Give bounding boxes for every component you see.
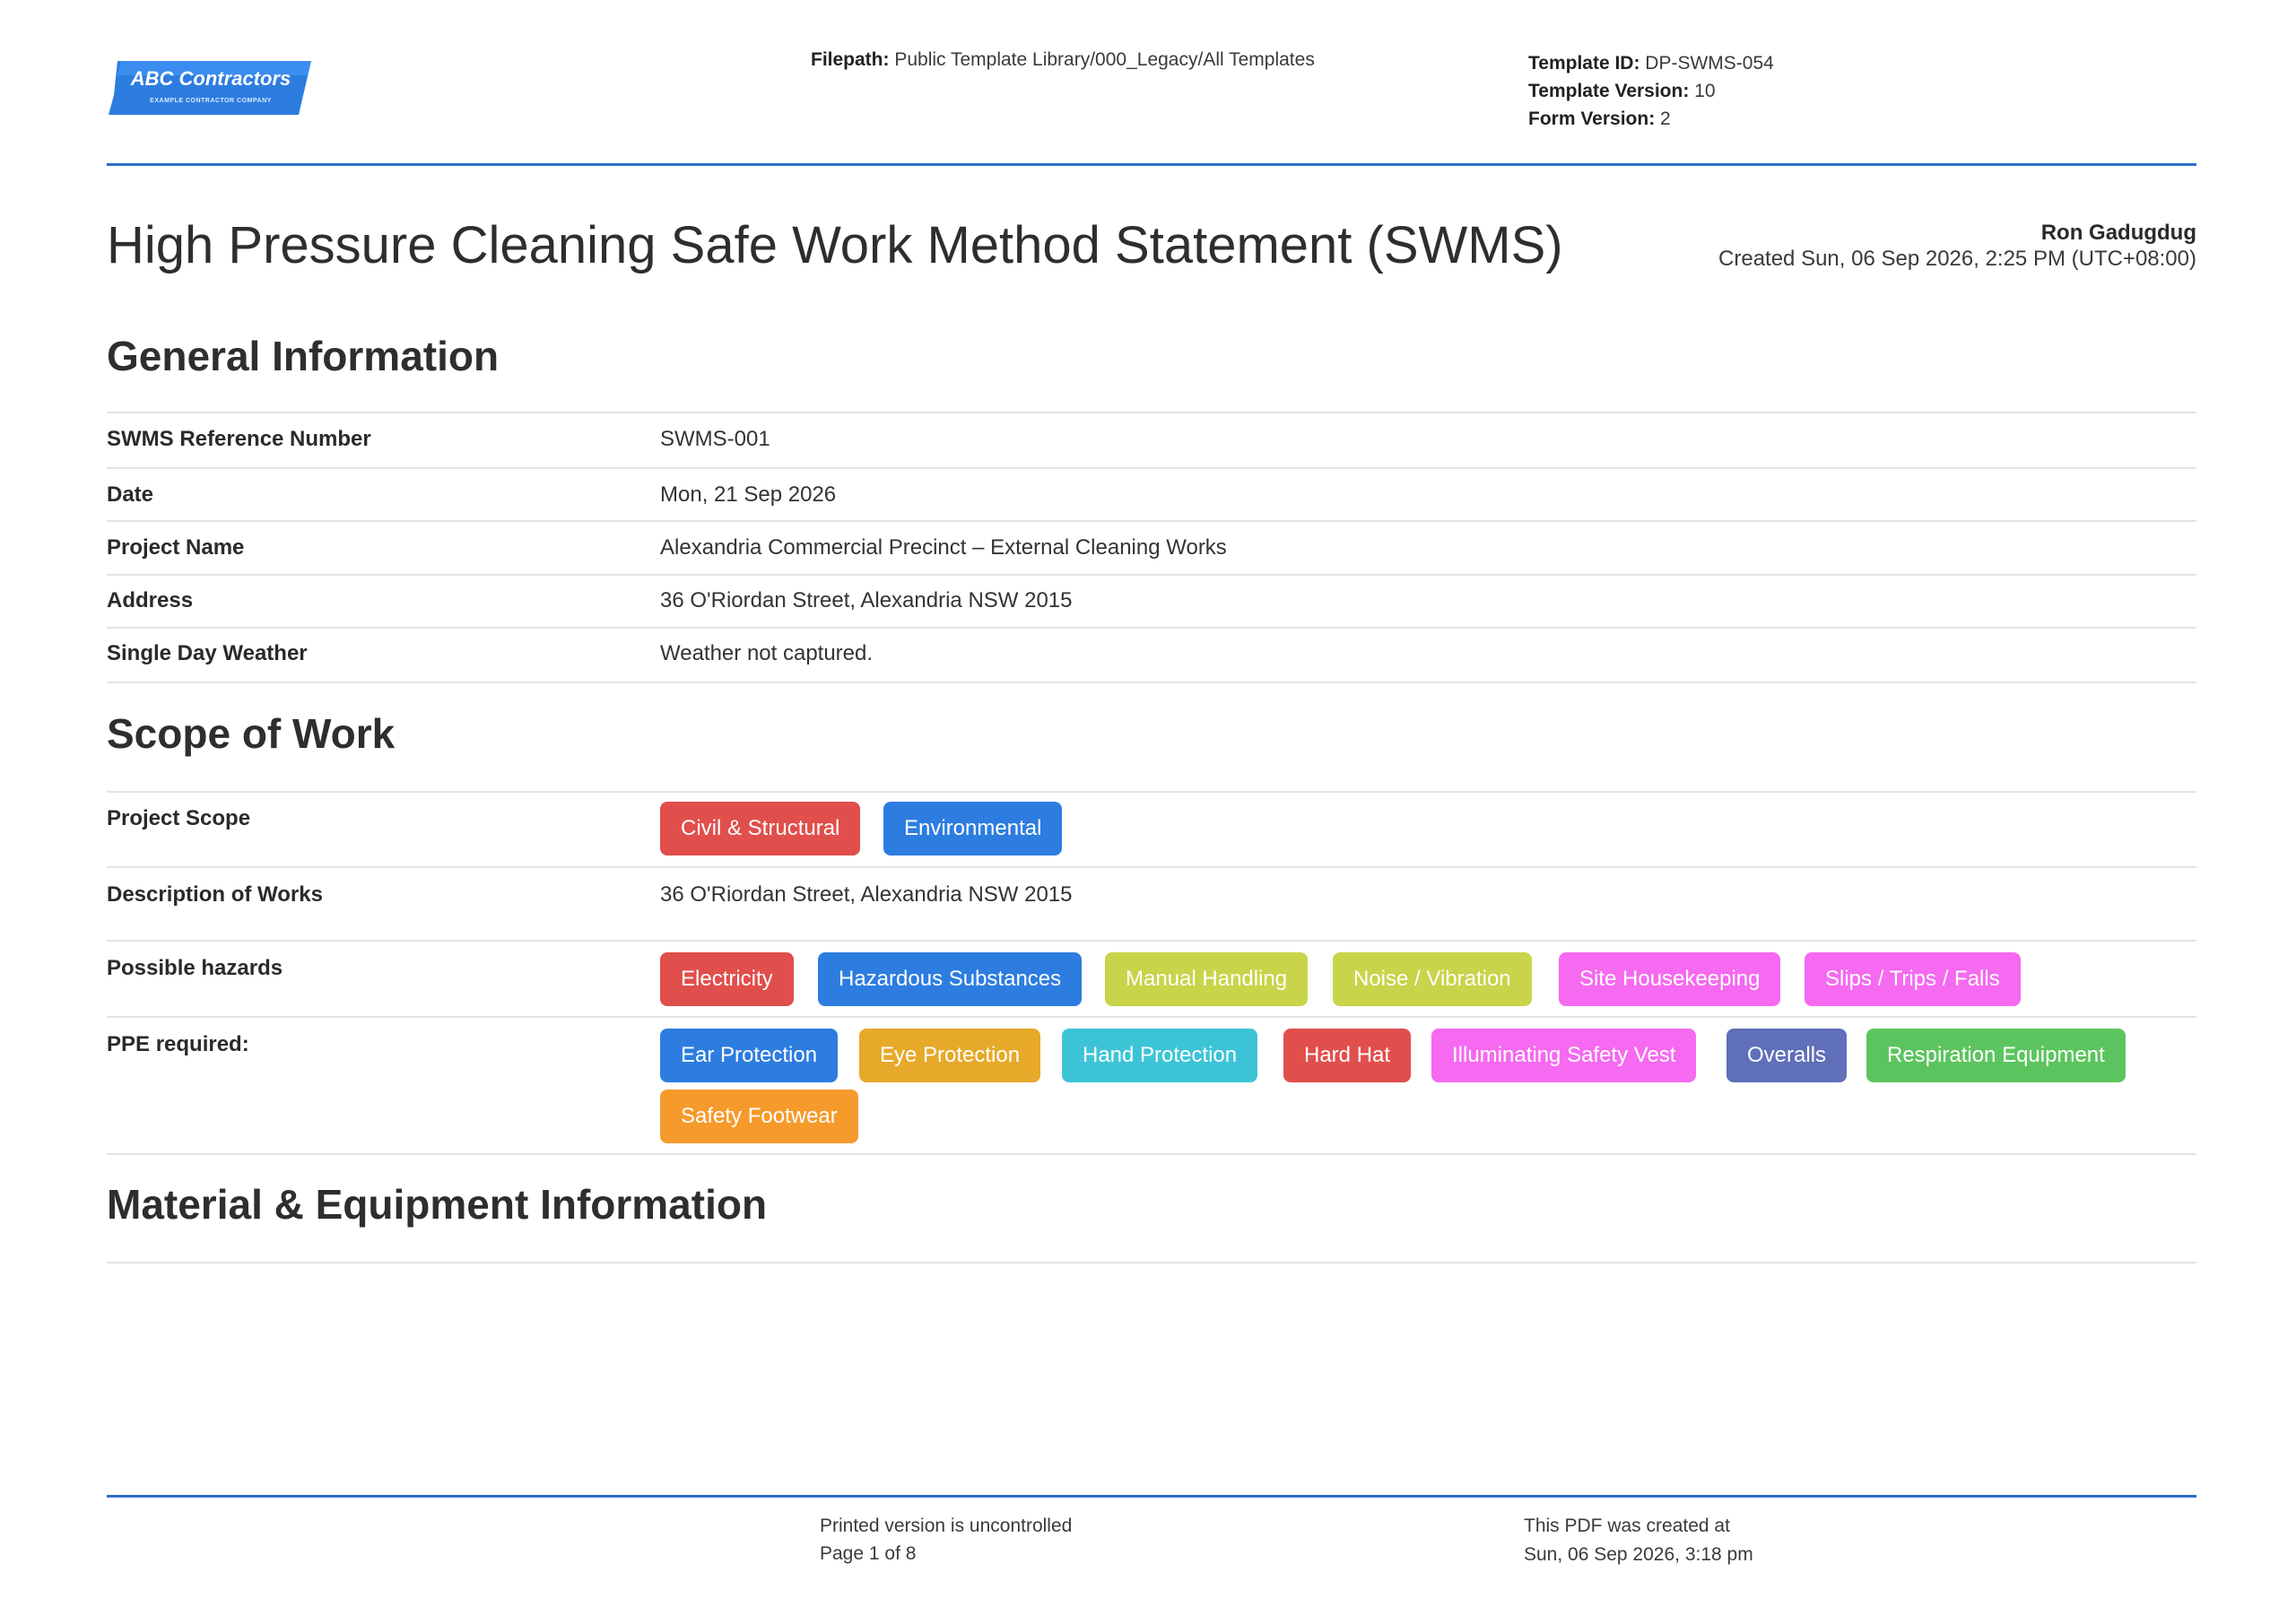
author-block: Ron Gadugdug Created Sun, 06 Sep 2026, 2… [1718, 220, 2196, 272]
tag-noise-vibration: Noise / Vibration [1333, 952, 1532, 1006]
template-id-value: DP-SWMS-054 [1639, 53, 1774, 74]
field-value-weather: Weather not captured. [660, 641, 874, 665]
tag-hand-protection: Hand Protection [1062, 1029, 1258, 1082]
tag-environmental: Environmental [883, 802, 1063, 855]
tag-overalls: Overalls [1726, 1029, 1848, 1082]
template-version-row: Template Version: 10 [1528, 77, 1774, 105]
tag-eye-protection: Eye Protection [859, 1029, 1041, 1082]
field-value-address: 36 O'Riordan Street, Alexandria NSW 2015 [660, 588, 1073, 612]
field-label-hazards: Possible hazards [107, 956, 283, 980]
form-version-row: Form Version: 2 [1528, 105, 1774, 133]
field-label-date: Date [107, 482, 154, 507]
section-title-general: General Information [107, 333, 500, 379]
logo-subtitle: EXAMPLE CONTRACTOR COMPANY [150, 98, 272, 104]
divider [107, 467, 2196, 469]
divider [107, 1016, 2196, 1018]
field-value-reference: SWMS-001 [660, 427, 770, 451]
tag-hard-hat: Hard Hat [1283, 1029, 1412, 1082]
tag-electricity: Electricity [660, 952, 794, 1006]
field-label-project-scope: Project Scope [107, 806, 251, 830]
footer-right: This PDF was created at Sun, 06 Sep 2026… [1524, 1512, 1753, 1569]
filepath-value: Public Template Library/000_Legacy/All T… [889, 49, 1315, 70]
logo-title: ABC Contractors [130, 67, 291, 90]
pdf-created-label: This PDF was created at [1524, 1515, 1730, 1536]
tag-civil-structural: Civil & Structural [660, 802, 861, 855]
author-name: Ron Gadugdug [2040, 221, 2196, 245]
section-title-material: Material & Equipment Information [107, 1181, 768, 1228]
tag-slips-trips-falls: Slips / Trips / Falls [1805, 952, 2021, 1006]
divider [107, 412, 2196, 413]
divider [107, 1153, 2196, 1155]
form-version-label: Form Version: [1528, 109, 1656, 129]
template-version-value: 10 [1689, 81, 1716, 101]
footer-left: Printed version is uncontrolled Page 1 o… [820, 1512, 1072, 1568]
template-id-row: Template ID: DP-SWMS-054 [1528, 49, 1774, 77]
tag-respiration-equipment: Respiration Equipment [1866, 1029, 2126, 1082]
form-version-value: 2 [1655, 109, 1671, 129]
tag-ear-protection: Ear Protection [660, 1029, 839, 1082]
template-id-label: Template ID: [1528, 53, 1640, 74]
field-label-project-name: Project Name [107, 535, 245, 560]
field-value-date: Mon, 21 Sep 2026 [660, 482, 837, 507]
field-value-project-name: Alexandria Commercial Precinct – Externa… [660, 535, 1227, 560]
divider [107, 1262, 2196, 1264]
field-value-description: 36 O'Riordan Street, Alexandria NSW 2015 [660, 882, 1073, 907]
field-label-reference: SWMS Reference Number [107, 427, 371, 451]
field-label-description: Description of Works [107, 882, 323, 907]
divider [107, 520, 2196, 522]
tag-site-housekeeping: Site Housekeeping [1559, 952, 1781, 1006]
document-title: High Pressure Cleaning Safe Work Method … [107, 216, 1563, 274]
field-label-ppe: PPE required: [107, 1032, 249, 1056]
tag-illuminating-safety-vest: Illuminating Safety Vest [1431, 1029, 1697, 1082]
tag-manual-handling: Manual Handling [1105, 952, 1309, 1006]
filepath-label: Filepath: [811, 49, 890, 70]
filepath: Filepath: Public Template Library/000_Le… [811, 49, 1315, 71]
divider [107, 574, 2196, 576]
tag-hazardous-substances: Hazardous Substances [818, 952, 1083, 1006]
template-meta: Template ID: DP-SWMS-054 Template Versio… [1528, 49, 1774, 133]
divider [107, 682, 2196, 683]
section-title-scope: Scope of Work [107, 710, 396, 757]
template-version-label: Template Version: [1528, 81, 1690, 101]
uncontrolled-notice: Printed version is uncontrolled [820, 1515, 1073, 1536]
footer-divider [107, 1495, 2196, 1498]
field-label-address: Address [107, 588, 194, 612]
page-number: Page 1 of 8 [820, 1543, 917, 1564]
tag-safety-footwear: Safety Footwear [660, 1090, 858, 1143]
created-date: Created Sun, 06 Sep 2026, 2:25 PM (UTC+0… [1718, 247, 2196, 271]
divider [107, 791, 2196, 793]
divider [107, 627, 2196, 629]
field-label-weather: Single Day Weather [107, 641, 308, 665]
divider [107, 866, 2196, 868]
page-header: ABC Contractors EXAMPLE CONTRACTOR COMPA… [107, 0, 2196, 166]
pdf-created-date: Sun, 06 Sep 2026, 3:18 pm [1524, 1544, 1753, 1565]
divider [107, 940, 2196, 942]
company-logo: ABC Contractors EXAMPLE CONTRACTOR COMPA… [109, 59, 313, 118]
